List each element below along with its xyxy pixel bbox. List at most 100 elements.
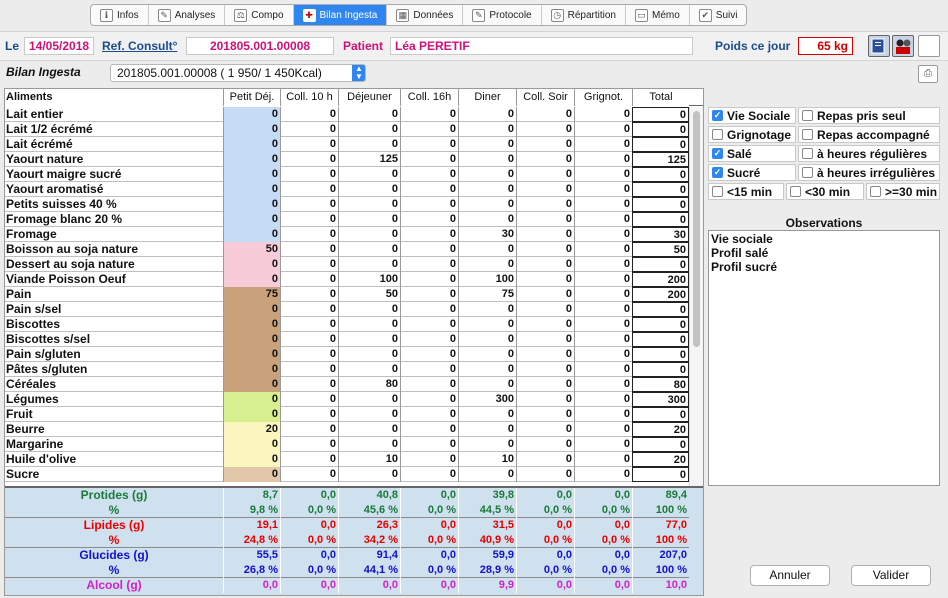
quantity-cell[interactable]: 0 <box>280 332 338 347</box>
quantity-cell[interactable]: 0 <box>223 167 280 182</box>
quantity-cell[interactable]: 0 <box>516 362 574 377</box>
quantity-cell[interactable]: 300 <box>458 392 516 407</box>
quantity-cell[interactable]: 0 <box>458 152 516 167</box>
tab-suivi[interactable]: ✔ Suivi <box>690 5 747 25</box>
quantity-cell[interactable]: 0 <box>280 167 338 182</box>
quantity-cell[interactable]: 0 <box>458 347 516 362</box>
quantity-cell[interactable]: 0 <box>458 407 516 422</box>
quantity-cell[interactable]: 0 <box>516 347 574 362</box>
quantity-cell[interactable]: 0 <box>223 182 280 197</box>
quantity-cell[interactable]: 0 <box>280 392 338 407</box>
quantity-cell[interactable]: 0 <box>400 362 458 377</box>
quantity-cell[interactable]: 0 <box>458 437 516 452</box>
quantity-cell[interactable]: 0 <box>338 257 400 272</box>
lt15-checkbox-box[interactable] <box>712 186 723 197</box>
quantity-cell[interactable]: 0 <box>338 182 400 197</box>
quantity-cell[interactable]: 0 <box>223 212 280 227</box>
tab-infos[interactable]: ℹ Infos <box>91 5 149 25</box>
quantity-cell[interactable]: 0 <box>574 347 632 362</box>
quantity-cell[interactable]: 0 <box>516 407 574 422</box>
table-scrollbar[interactable] <box>689 107 703 487</box>
quantity-cell[interactable]: 0 <box>223 452 280 467</box>
quantity-cell[interactable]: 0 <box>338 332 400 347</box>
quantity-cell[interactable]: 0 <box>458 332 516 347</box>
quantity-cell[interactable]: 0 <box>280 377 338 392</box>
quantity-cell[interactable]: 0 <box>400 317 458 332</box>
tab-compo[interactable]: ⚖ Compo <box>225 5 294 25</box>
ge30-checkbox-box[interactable] <box>870 186 881 197</box>
quantity-cell[interactable]: 0 <box>516 227 574 242</box>
quantity-cell[interactable]: 0 <box>400 122 458 137</box>
lt30-checkbox-box[interactable] <box>790 186 801 197</box>
quantity-cell[interactable]: 0 <box>516 167 574 182</box>
quantity-cell[interactable]: 0 <box>516 377 574 392</box>
quantity-cell[interactable]: 0 <box>223 107 280 122</box>
quantity-cell[interactable]: 0 <box>574 317 632 332</box>
quantity-cell[interactable]: 0 <box>516 317 574 332</box>
quantity-cell[interactable]: 0 <box>400 212 458 227</box>
quantity-cell[interactable]: 0 <box>574 287 632 302</box>
validate-button[interactable]: Valider <box>851 565 931 586</box>
quantity-cell[interactable]: 0 <box>280 437 338 452</box>
quantity-cell[interactable]: 0 <box>400 422 458 437</box>
quantity-cell[interactable]: 0 <box>280 227 338 242</box>
heures-regulieres-checkbox[interactable]: à heures régulières <box>798 145 940 162</box>
repas-accompagne-checkbox[interactable]: Repas accompagné <box>798 126 940 143</box>
tab-données[interactable]: ▦ Données <box>387 5 464 25</box>
quantity-cell[interactable]: 0 <box>574 227 632 242</box>
quantity-cell[interactable]: 0 <box>280 242 338 257</box>
quantity-cell[interactable]: 0 <box>458 317 516 332</box>
quantity-cell[interactable]: 0 <box>400 287 458 302</box>
quantity-cell[interactable]: 0 <box>574 152 632 167</box>
quantity-cell[interactable]: 0 <box>458 107 516 122</box>
tab-analyses[interactable]: ✎ Analyses <box>149 5 226 25</box>
quantity-cell[interactable]: 0 <box>338 317 400 332</box>
quantity-cell[interactable]: 0 <box>338 137 400 152</box>
quantity-cell[interactable]: 10 <box>338 452 400 467</box>
grignotage-checkbox[interactable]: Grignotage <box>708 126 796 143</box>
quantity-cell[interactable]: 0 <box>280 152 338 167</box>
quantity-cell[interactable]: 0 <box>458 257 516 272</box>
quantity-cell[interactable]: 0 <box>338 242 400 257</box>
quantity-cell[interactable]: 0 <box>338 392 400 407</box>
quantity-cell[interactable]: 0 <box>574 407 632 422</box>
ref-consult-link[interactable]: Ref. Consult° <box>102 39 177 53</box>
quantity-cell[interactable]: 0 <box>458 197 516 212</box>
quantity-cell[interactable]: 0 <box>280 362 338 377</box>
date-field[interactable]: 14/05/2018 <box>24 37 94 55</box>
quantity-cell[interactable]: 0 <box>223 467 280 482</box>
quantity-cell[interactable]: 0 <box>280 197 338 212</box>
observations-textarea[interactable]: Vie sociale Profil salé Profil sucré <box>708 230 940 486</box>
column-header[interactable]: Coll. 10 h <box>280 89 338 106</box>
quantity-cell[interactable]: 0 <box>223 347 280 362</box>
quantity-cell[interactable]: 0 <box>280 212 338 227</box>
quantity-cell[interactable]: 0 <box>280 317 338 332</box>
tab-bilan-ingesta[interactable]: ✚ Bilan Ingesta <box>293 5 388 25</box>
quantity-cell[interactable]: 0 <box>223 362 280 377</box>
quantity-cell[interactable]: 0 <box>400 152 458 167</box>
quantity-cell[interactable]: 0 <box>280 122 338 137</box>
quantity-cell[interactable]: 0 <box>458 212 516 227</box>
quantity-cell[interactable]: 0 <box>223 317 280 332</box>
quantity-cell[interactable]: 50 <box>223 242 280 257</box>
quantity-cell[interactable]: 0 <box>338 122 400 137</box>
quantity-cell[interactable]: 0 <box>458 422 516 437</box>
quantity-cell[interactable]: 0 <box>338 467 400 482</box>
quantity-cell[interactable]: 0 <box>223 257 280 272</box>
lt15-checkbox[interactable]: <15 min <box>708 183 784 200</box>
quantity-cell[interactable]: 0 <box>516 272 574 287</box>
quantity-cell[interactable]: 0 <box>574 182 632 197</box>
quantity-cell[interactable]: 0 <box>338 167 400 182</box>
quantity-cell[interactable]: 0 <box>574 392 632 407</box>
column-header[interactable]: Total <box>632 89 689 106</box>
quantity-cell[interactable]: 0 <box>516 242 574 257</box>
quantity-cell[interactable]: 0 <box>223 122 280 137</box>
sucre-checkbox[interactable]: ✓ Sucré <box>708 164 796 181</box>
quantity-cell[interactable]: 0 <box>280 302 338 317</box>
quantity-cell[interactable]: 0 <box>516 152 574 167</box>
quantity-cell[interactable]: 100 <box>338 272 400 287</box>
quantity-cell[interactable]: 0 <box>223 437 280 452</box>
quantity-cell[interactable]: 0 <box>223 227 280 242</box>
bilan-select[interactable]: 201805.001.00008 ( 1 950/ 1 450Kcal) ▲ ▼ <box>110 64 366 82</box>
quantity-cell[interactable]: 0 <box>516 182 574 197</box>
